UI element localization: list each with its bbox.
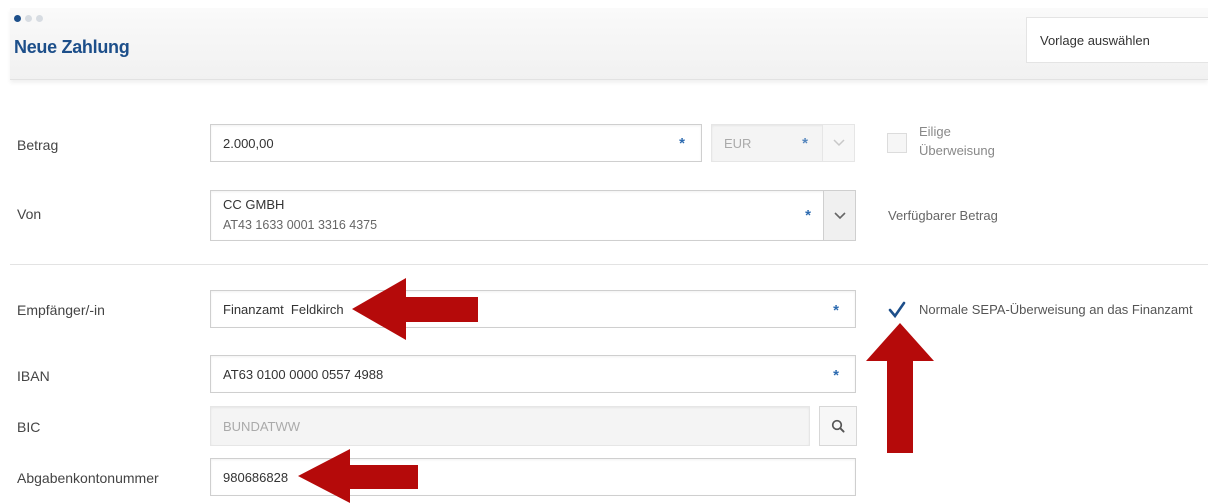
currency-select: EUR * (711, 124, 855, 162)
eilige-ueberweisung-label: Eilige Überweisung (919, 122, 995, 160)
bic-search-button[interactable] (819, 406, 857, 446)
betrag-label: Betrag (17, 137, 59, 153)
required-marker: * (679, 135, 685, 152)
currency-value: EUR (724, 136, 752, 151)
available-amount-label: Verfügbarer Betrag (888, 208, 998, 223)
checkmark-icon (888, 301, 906, 319)
bic-value: BUNDATWW (223, 419, 301, 434)
step-dot (25, 15, 32, 22)
step-dot (36, 15, 43, 22)
page-title: Neue Zahlung (14, 37, 130, 57)
from-account-iban: AT43 1633 0001 3316 4375 (223, 218, 378, 232)
required-marker: * (833, 302, 839, 319)
bic-input: BUNDATWW (210, 406, 810, 446)
empfaenger-label: Empfänger/-in (17, 302, 105, 318)
annotation-arrow-up-icon (866, 323, 934, 453)
iban-label: IBAN (17, 368, 50, 384)
from-account-name: CC GMBH (223, 197, 285, 212)
iban-value: AT63 0100 0000 0557 4988 (223, 367, 384, 382)
eilige-label-line2: Überweisung (919, 143, 995, 158)
recipient-input[interactable]: Finanzamt Feldkirch * (210, 290, 856, 328)
page-header: Neue Zahlung Vorlage auswählen (10, 8, 1208, 80)
sepa-checkbox-label: Normale SEPA-Überweisung an das Finanzam… (919, 302, 1193, 317)
chevron-down-icon (833, 211, 846, 219)
search-icon (831, 419, 845, 433)
abgabenkontonummer-label: Abgabenkontonummer (17, 470, 159, 486)
required-marker: * (802, 135, 808, 152)
step-dot-active (14, 15, 21, 22)
annotation-arrow-left-icon (298, 449, 418, 503)
recipient-value: Finanzamt Feldkirch (223, 302, 344, 317)
annotation-arrow-left-icon (352, 278, 478, 340)
step-indicator (14, 15, 43, 22)
von-label: Von (17, 206, 42, 222)
required-marker: * (805, 207, 811, 224)
amount-value: 2.000,00 (223, 136, 274, 151)
from-account-select[interactable]: CC GMBH AT43 1633 0001 3316 4375 * (210, 190, 856, 241)
chevron-down-icon (832, 139, 845, 147)
tax-account-number-value: 980686828 (223, 470, 289, 485)
from-account-dropdown-button[interactable] (823, 191, 855, 240)
bic-label: BIC (17, 419, 41, 435)
eilige-label-line1: Eilige (919, 124, 951, 139)
sepa-checkbox[interactable] (887, 300, 907, 320)
amount-input[interactable]: 2.000,00 * (210, 124, 702, 162)
required-marker: * (833, 367, 839, 384)
eilige-ueberweisung-checkbox[interactable] (887, 133, 907, 153)
section-divider (10, 264, 1208, 265)
iban-input[interactable]: AT63 0100 0000 0557 4988 * (210, 355, 856, 393)
currency-dropdown-button (822, 125, 854, 161)
template-select[interactable]: Vorlage auswählen (1026, 17, 1208, 63)
